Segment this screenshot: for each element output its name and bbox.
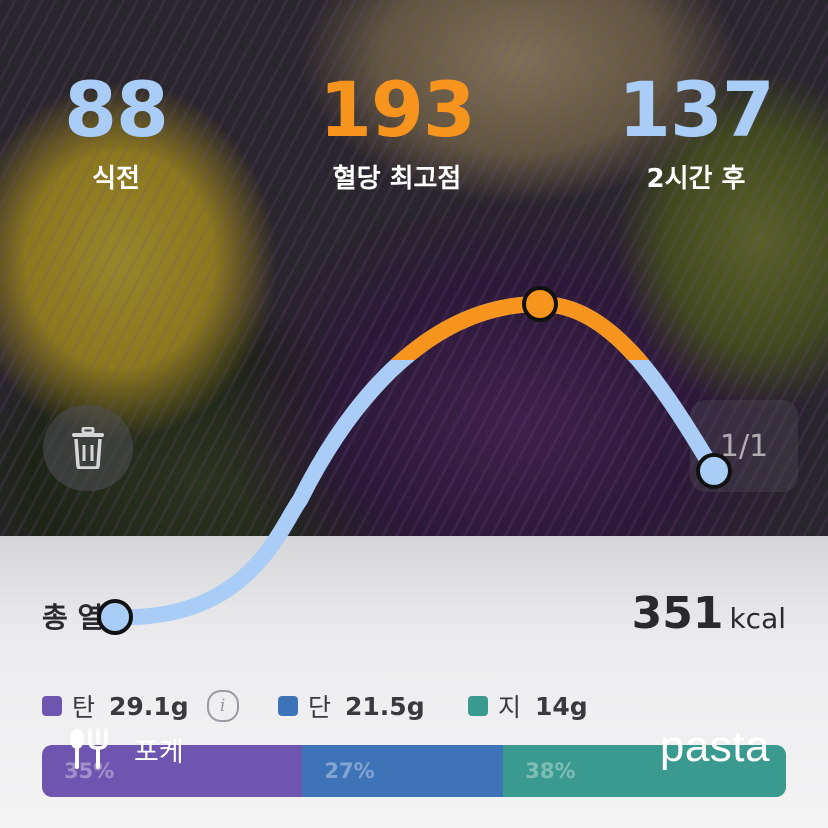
glucose-curve-chart <box>97 286 732 635</box>
glucose-curve-peak-segment <box>390 295 650 360</box>
before-meal-point <box>97 599 133 635</box>
after-2h-point <box>696 452 732 489</box>
peak-point <box>522 286 558 322</box>
